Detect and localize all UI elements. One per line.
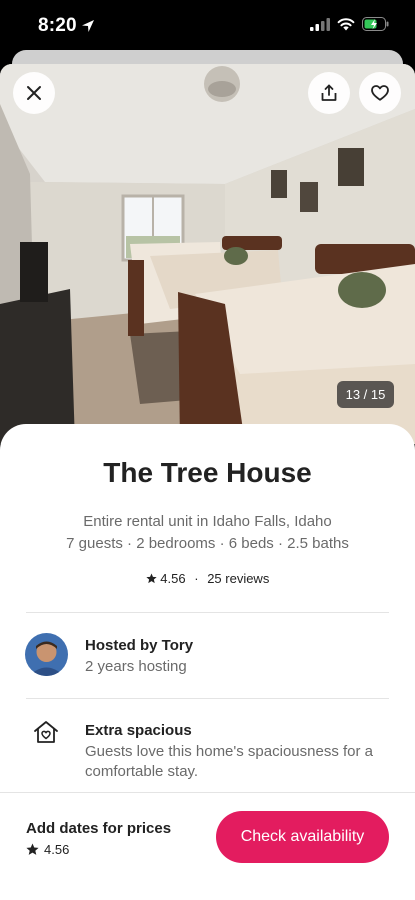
highlight-title: Extra spacious [85, 722, 192, 739]
close-icon [27, 86, 41, 100]
divider [26, 612, 389, 613]
host-avatar[interactable] [25, 633, 68, 676]
photo-counter: 13 / 15 [337, 381, 394, 408]
rating-value: 4.56 [160, 571, 186, 587]
share-button[interactable] [308, 72, 350, 114]
highlight-description: Guests love this home's spaciousness for… [85, 743, 374, 780]
heart-icon [371, 85, 389, 101]
save-to-wishlist-button[interactable] [359, 72, 401, 114]
share-icon [321, 84, 337, 101]
location-arrow-icon [82, 20, 94, 32]
rating-separator: · [194, 571, 199, 587]
close-button[interactable] [13, 72, 55, 114]
rating-summary[interactable]: 4.56 · 25 reviews [0, 570, 415, 586]
cellular-signal-icon [310, 17, 330, 31]
home-heart-icon [34, 721, 58, 743]
listing-type-location: Entire rental unit in Idaho Falls, Idaho [83, 513, 332, 530]
status-bar: 8:20 [0, 0, 415, 52]
divider [26, 698, 389, 699]
host-years: 2 years hosting [85, 658, 187, 675]
listing-title: The Tree House [103, 457, 312, 488]
status-indicators [310, 17, 389, 31]
check-availability-button[interactable]: Check availability [216, 811, 389, 863]
add-dates-prompt[interactable]: Add dates for prices [26, 820, 171, 837]
star-icon [146, 573, 157, 584]
star-icon [26, 843, 39, 855]
listing-capacity: 7 guests · 2 bedrooms · 6 beds · 2.5 bat… [66, 535, 349, 552]
booking-footer: Add dates for prices 4.56 Check availabi… [0, 792, 415, 900]
wifi-icon [337, 18, 355, 31]
host-name[interactable]: Hosted by Tory [85, 637, 193, 654]
footer-rating: 4.56 [26, 842, 69, 857]
battery-charging-icon [362, 17, 389, 31]
status-time: 8:20 [38, 15, 77, 36]
footer-rating-value: 4.56 [44, 842, 70, 857]
reviews-count[interactable]: 25 reviews [207, 571, 269, 586]
host-avatar-image [25, 633, 68, 676]
